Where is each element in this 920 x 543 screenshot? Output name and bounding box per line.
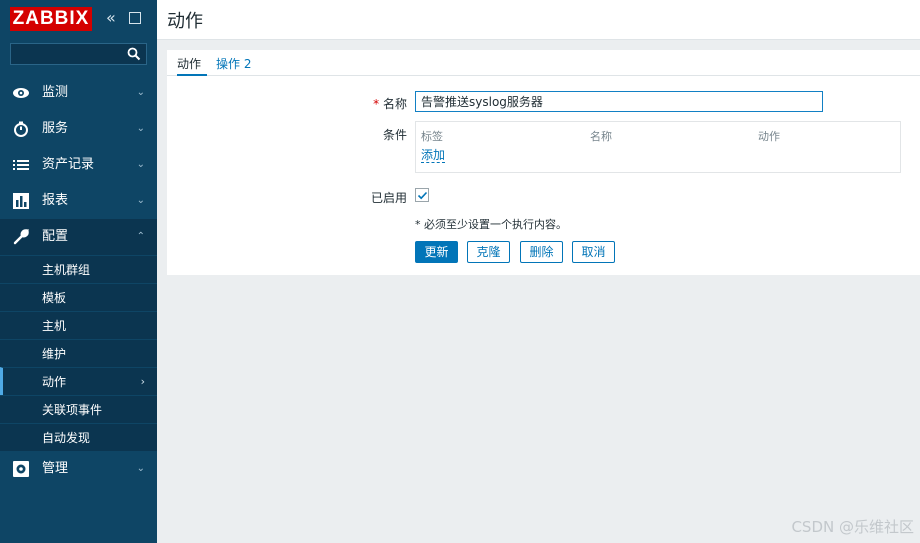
search-input[interactable] [11,44,121,64]
kiosk-mode-icon[interactable] [128,11,141,24]
update-button[interactable]: 更新 [415,241,458,263]
chevron-right-icon: › [140,375,145,388]
configuration-submenu: 主机群组 模板 主机 维护 动作 › 关联项事件 自动发现 [0,255,157,451]
chevron-down-icon: ⌄ [136,87,145,98]
wrench-icon [13,228,30,245]
menu-item-label: 管理 [42,461,69,476]
clone-button[interactable]: 克隆 [467,241,510,263]
submenu-item-event-correlation[interactable]: 关联项事件 [0,395,157,423]
zabbix-logo[interactable]: ZABBIX [10,7,92,31]
menu-item-label: 监测 [42,85,69,100]
cancel-button[interactable]: 取消 [572,241,615,263]
name-label: * 名称 [347,95,407,112]
menu-item-services[interactable]: 服务 ⌄ [0,111,157,147]
submenu-item-actions[interactable]: 动作 › [0,367,157,395]
add-condition-link[interactable]: 添加 [421,148,446,163]
stopwatch-icon [14,121,28,137]
submenu-item-hosts[interactable]: 主机 [0,311,157,339]
conditions-col-name: 名称 [590,130,612,143]
submenu-item-maintenance[interactable]: 维护 [0,339,157,367]
conditions-col-action: 动作 [758,130,780,143]
conditions-col-label: 标签 [421,130,443,143]
menu-item-label: 配置 [42,229,69,244]
submenu-item-host-groups[interactable]: 主机群组 [0,255,157,283]
checkmark-icon [417,191,428,200]
menu-item-reports[interactable]: 报表 ⌄ [0,183,157,219]
chevron-down-icon: ⌄ [136,159,145,170]
collapse-sidebar-icon[interactable]: « [106,8,116,28]
enabled-checkbox[interactable] [415,188,429,202]
page-title: 动作 [167,11,203,32]
menu-item-inventory[interactable]: 资产记录 ⌄ [0,147,157,183]
tab-bar: 动作 操作 2 [167,50,920,76]
chevron-down-icon: ⌄ [136,463,145,474]
chevron-down-icon: ⌄ [136,195,145,206]
submenu-item-templates[interactable]: 模板 [0,283,157,311]
menu-item-administration[interactable]: 管理 ⌄ [0,451,157,487]
conditions-table: 标签 名称 动作 添加 [415,121,901,173]
required-notice: * 必须至少设置一个执行内容。 [415,218,567,231]
name-input[interactable] [415,91,823,112]
menu-item-label: 资产记录 [42,157,95,172]
tab-operations[interactable]: 操作 2 [216,55,251,76]
bar-chart-icon [13,193,29,209]
list-icon [13,160,29,170]
required-mark: * [373,97,380,111]
eye-icon [13,88,29,98]
conditions-label: 条件 [382,128,407,142]
tab-action[interactable]: 动作 [177,55,207,76]
submenu-item-discovery[interactable]: 自动发现 [0,423,157,451]
menu-item-label: 报表 [42,193,69,208]
delete-button[interactable]: 删除 [520,241,563,263]
menu-item-label: 服务 [42,121,69,136]
action-form-panel: 动作 操作 2 * 名称 条件 标签 名称 动作 添加 已启用 * 必须至少设置… [167,50,920,275]
name-label-text: 名称 [382,97,407,111]
gear-icon [13,461,29,477]
main-menu: 监测 ⌄ 服务 ⌄ 资产记录 ⌄ 报表 ⌄ 配置 ⌃ 主机群组 模板 主机 维护… [0,75,157,487]
search-box [10,43,147,65]
menu-item-monitoring[interactable]: 监测 ⌄ [0,75,157,111]
logo-row: ZABBIX « [0,0,157,40]
menu-item-configuration[interactable]: 配置 ⌃ [0,219,157,255]
search-icon[interactable] [127,47,141,61]
submenu-item-label: 动作 [42,375,67,389]
sidebar: ZABBIX « 监测 ⌄ 服务 ⌄ 资产记录 ⌄ 报表 ⌄ 配置 ⌃ 主机群组… [0,0,157,543]
page-header: 动作 [157,0,920,40]
chevron-up-icon: ⌃ [136,231,145,242]
enabled-label: 已启用 [370,191,407,205]
chevron-down-icon: ⌄ [136,123,145,134]
watermark: CSDN @乐维社区 [791,518,914,536]
